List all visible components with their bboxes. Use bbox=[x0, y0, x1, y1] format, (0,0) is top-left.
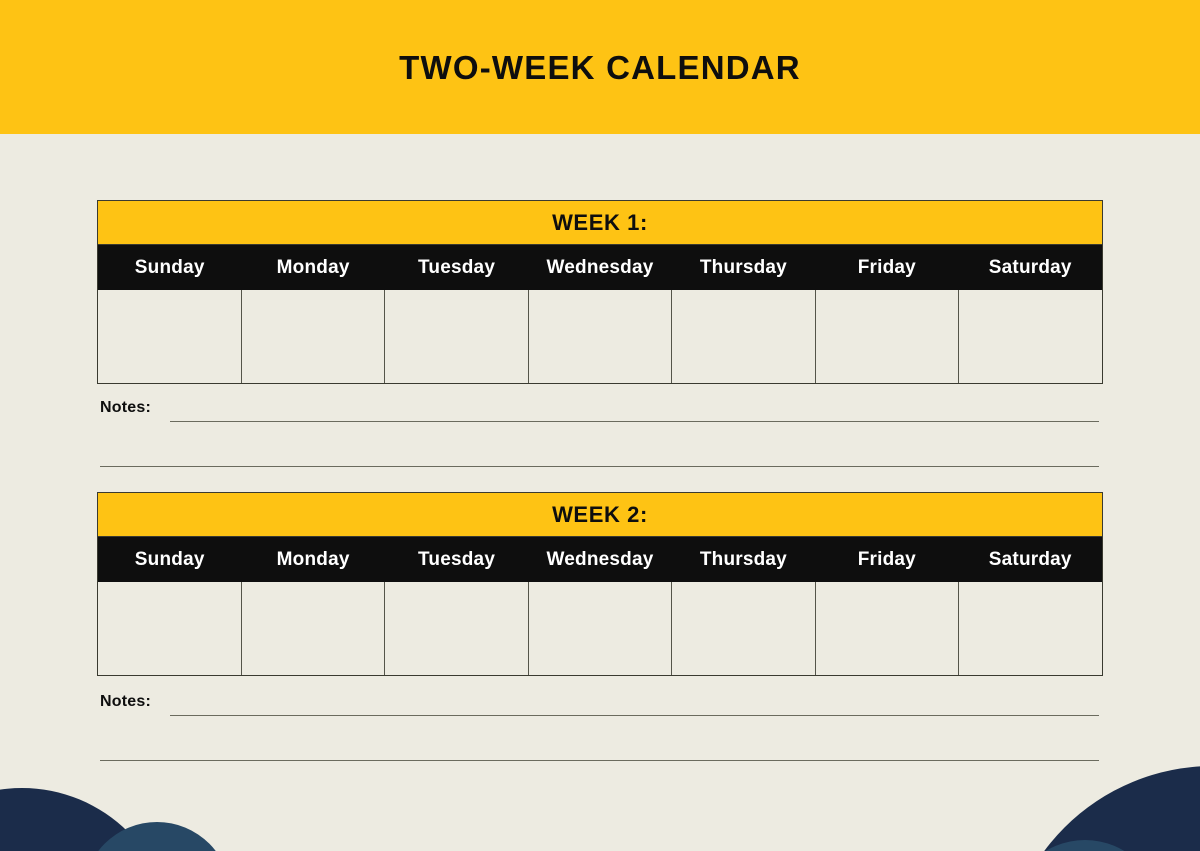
week-1-cell-wednesday[interactable] bbox=[528, 290, 673, 383]
week-2-day-header-saturday: Saturday bbox=[988, 549, 1072, 570]
week-1-cell-tuesday[interactable] bbox=[385, 290, 529, 383]
week-block-1: WEEK 1: Sunday Monday Tuesday Wednesday … bbox=[97, 200, 1103, 384]
week-2-notes-line-2[interactable] bbox=[100, 760, 1099, 761]
week-1-cell-thursday[interactable] bbox=[672, 290, 816, 383]
week-1-cell-sunday[interactable] bbox=[98, 290, 242, 383]
week-2-cell-friday[interactable] bbox=[815, 582, 960, 675]
week-1-notes-line-1[interactable] bbox=[170, 421, 1099, 422]
page-title: TWO-WEEK CALENDAR bbox=[399, 48, 801, 86]
week-block-2: WEEK 2: Sunday Monday Tuesday Wednesday … bbox=[97, 492, 1103, 676]
week-2-day-header-tuesday: Tuesday bbox=[418, 549, 496, 570]
week-1-day-header-wednesday: Wednesday bbox=[546, 257, 654, 278]
week-2-notes-line-1[interactable] bbox=[170, 715, 1099, 716]
week-1-notes-line-2[interactable] bbox=[100, 466, 1099, 467]
week-2-day-header-row: Sunday Monday Tuesday Wednesday Thursday… bbox=[98, 537, 1102, 582]
week-1-table: WEEK 1: Sunday Monday Tuesday Wednesday … bbox=[97, 200, 1103, 384]
week-1-day-header-monday: Monday bbox=[276, 257, 350, 278]
week-2-cell-sunday[interactable] bbox=[98, 582, 242, 675]
calendar-page: TWO-WEEK CALENDAR WEEK 1: Sunday Monday … bbox=[0, 0, 1200, 851]
week-2-day-header-friday: Friday bbox=[857, 549, 916, 570]
week-1-day-header-thursday: Thursday bbox=[699, 257, 787, 278]
circle-bottom-left-light-shape bbox=[83, 822, 231, 851]
week-1-notes-block: Notes: bbox=[97, 390, 1103, 467]
week-2-cell-thursday[interactable] bbox=[672, 582, 816, 675]
week-2-notes-label: Notes: bbox=[100, 693, 151, 710]
week-1-day-header-tuesday: Tuesday bbox=[418, 257, 496, 278]
week-2-cell-saturday[interactable] bbox=[959, 582, 1103, 675]
week-1-day-header-friday: Friday bbox=[857, 257, 916, 278]
circle-bottom-right-dark-shape bbox=[1003, 766, 1200, 851]
week-2-day-header-thursday: Thursday bbox=[699, 549, 787, 570]
week-1-title: WEEK 1: bbox=[552, 209, 648, 235]
week-1-day-header-row: Sunday Monday Tuesday Wednesday Thursday… bbox=[98, 245, 1102, 290]
week-1-day-header-saturday: Saturday bbox=[988, 257, 1072, 278]
week-2-day-header-wednesday: Wednesday bbox=[546, 549, 654, 570]
week-1-day-cells-row bbox=[98, 290, 1103, 383]
week-2-cell-monday[interactable] bbox=[241, 582, 386, 675]
week-2-cell-tuesday[interactable] bbox=[385, 582, 529, 675]
week-2-day-header-monday: Monday bbox=[276, 549, 350, 570]
circle-bottom-right-light-shape bbox=[1009, 840, 1161, 851]
week-2-notes-block: Notes: bbox=[97, 684, 1103, 761]
week-2-table: WEEK 2: Sunday Monday Tuesday Wednesday … bbox=[97, 492, 1103, 676]
page-header-band: TWO-WEEK CALENDAR bbox=[0, 0, 1200, 134]
week-1-day-header-sunday: Sunday bbox=[134, 257, 205, 278]
week-2-day-cells-row bbox=[98, 582, 1103, 675]
week-2-cell-wednesday[interactable] bbox=[528, 582, 673, 675]
week-1-title-bar: WEEK 1: bbox=[98, 201, 1102, 245]
week-2-day-header-sunday: Sunday bbox=[134, 549, 205, 570]
week-1-cell-monday[interactable] bbox=[241, 290, 386, 383]
circle-bottom-left-dark-shape bbox=[0, 788, 172, 851]
week-2-title: WEEK 2: bbox=[552, 501, 648, 527]
week-2-title-bar: WEEK 2: bbox=[98, 493, 1102, 537]
week-1-cell-saturday[interactable] bbox=[959, 290, 1103, 383]
week-1-cell-friday[interactable] bbox=[815, 290, 960, 383]
week-1-notes-label: Notes: bbox=[100, 399, 151, 416]
